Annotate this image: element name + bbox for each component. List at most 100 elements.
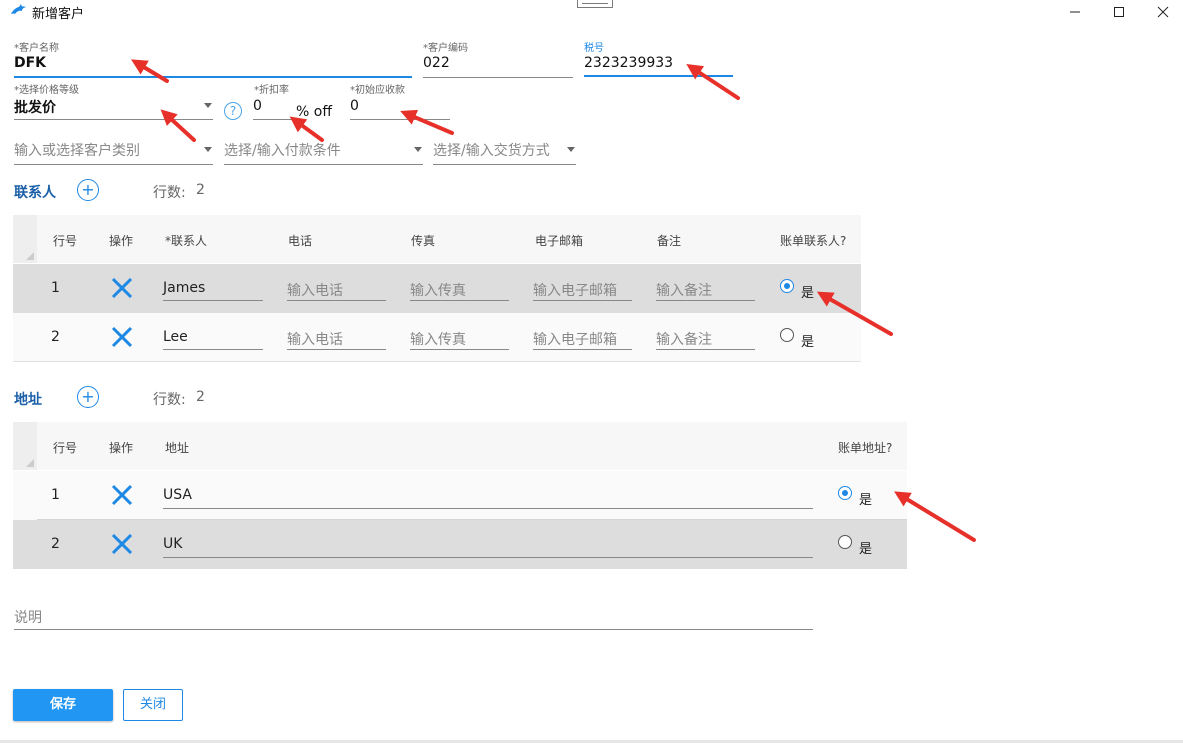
- address-grid-header: [13, 422, 907, 470]
- contacts-row1-note[interactable]: 输入备注: [656, 280, 712, 300]
- payment-terms-select[interactable]: 选择/输入付款条件: [224, 140, 341, 160]
- red-arrow-icon: [894, 491, 976, 542]
- address-col-row-num: 行号: [53, 441, 78, 455]
- address-section-title: 地址: [14, 392, 42, 408]
- address-row2-underline: [163, 557, 813, 558]
- dolphin-icon: [11, 4, 26, 14]
- grid-corner-mark: [26, 459, 34, 467]
- address-row1-value[interactable]: USA: [163, 487, 192, 503]
- close-x-icon[interactable]: [111, 326, 133, 348]
- address-row1-underline: [163, 508, 813, 509]
- customer-category-underline: [14, 164, 213, 165]
- contacts-col-action: 操作: [109, 234, 134, 248]
- contacts-col-phone: 电话: [288, 234, 313, 248]
- contacts-row2-email[interactable]: 输入电子邮箱: [533, 329, 617, 349]
- contacts-row2-note-underline: [656, 349, 755, 350]
- address-row2-billing-radio[interactable]: [838, 535, 852, 549]
- customer-code-input[interactable]: 022: [423, 55, 450, 71]
- maximize-icon: [1114, 7, 1124, 17]
- contacts-col-billing: 账单联系人?: [780, 234, 847, 248]
- minimize-icon: [1070, 11, 1080, 13]
- address-row2-value[interactable]: UK: [163, 536, 182, 552]
- contacts-row2-fax[interactable]: 输入传真: [410, 329, 466, 349]
- chevron-down-icon[interactable]: [567, 147, 575, 152]
- contacts-col-email: 电子邮箱: [535, 234, 584, 248]
- delivery-method-underline: [433, 164, 576, 165]
- contacts-row2-name-underline: [163, 349, 263, 350]
- address-row-count: 2: [196, 389, 205, 405]
- table-row: [13, 520, 907, 569]
- contacts-row1-email[interactable]: 输入电子邮箱: [533, 280, 617, 300]
- address-col-address: 地址: [165, 441, 190, 455]
- address-row1-billing-label: 是: [859, 493, 873, 508]
- chevron-down-icon[interactable]: [204, 103, 212, 108]
- annotation-arrows: [131, 59, 976, 542]
- contacts-row2-note[interactable]: 输入备注: [656, 329, 712, 349]
- minimize-button[interactable]: [1052, 0, 1098, 24]
- contacts-row1-fax-underline: [410, 300, 509, 301]
- customer-category-select[interactable]: 输入或选择客户类别: [14, 140, 140, 160]
- plus-circle-icon[interactable]: +: [77, 179, 99, 201]
- contacts-grid-bottom-border: [13, 361, 861, 362]
- maximize-button[interactable]: [1096, 0, 1142, 24]
- close-x-icon[interactable]: [111, 484, 133, 506]
- discount-underline: [253, 119, 293, 120]
- tax-id-input[interactable]: 2323239933: [584, 55, 673, 71]
- contacts-row2-phone-underline: [287, 349, 386, 350]
- contacts-row2-billing-radio[interactable]: [780, 328, 794, 342]
- drag-handle[interactable]: [577, 0, 613, 8]
- tax-id-underline: [584, 75, 733, 77]
- close-x-icon[interactable]: [111, 533, 133, 555]
- red-arrow-icon: [160, 109, 196, 142]
- contacts-row2-email-underline: [533, 349, 632, 350]
- discount-input[interactable]: 0: [253, 98, 262, 114]
- address-row1-billing-radio[interactable]: [838, 486, 852, 500]
- contacts-col-note: 备注: [657, 234, 682, 248]
- contacts-col-name: *联系人: [165, 234, 208, 248]
- customer-name-input[interactable]: DFK: [14, 55, 46, 71]
- contacts-row1-email-underline: [533, 300, 632, 301]
- contacts-section-title: 联系人: [14, 185, 56, 201]
- address-row2-billing-label: 是: [859, 542, 873, 557]
- contacts-col-fax: 传真: [411, 234, 436, 248]
- payment-terms-underline: [224, 164, 423, 165]
- contacts-row1-name[interactable]: James: [163, 280, 205, 296]
- delivery-method-select[interactable]: 选择/输入交货方式: [433, 140, 550, 160]
- price-level-select[interactable]: 批发价: [14, 97, 56, 117]
- question-icon[interactable]: ?: [224, 102, 242, 120]
- discount-label: *折扣率: [254, 85, 289, 96]
- close-x-icon[interactable]: [111, 277, 133, 299]
- contacts-row2-billing-label: 是: [801, 335, 815, 350]
- initial-receivable-input[interactable]: 0: [350, 98, 359, 114]
- contacts-col-row-num: 行号: [53, 234, 78, 248]
- contacts-row2-fax-underline: [410, 349, 509, 350]
- contacts-row2-name[interactable]: Lee: [163, 329, 188, 345]
- initial-receivable-underline: [350, 119, 450, 120]
- tax-id-label: 税号: [584, 43, 604, 54]
- description-input[interactable]: 说明: [14, 607, 42, 627]
- window-title: 新增客户: [32, 7, 85, 22]
- chevron-down-icon[interactable]: [204, 147, 212, 152]
- contacts-row2-num: 2: [51, 329, 60, 345]
- address-col-action: 操作: [109, 441, 134, 455]
- chevron-down-icon[interactable]: [414, 147, 422, 152]
- contacts-row2-phone[interactable]: 输入电话: [287, 329, 343, 349]
- price-level-label: *选择价格等级: [14, 85, 79, 96]
- contacts-row1-phone[interactable]: 输入电话: [287, 280, 343, 300]
- price-level-underline: [14, 119, 213, 120]
- contacts-row1-billing-radio[interactable]: [780, 279, 794, 293]
- customer-name-label: *客户名称: [14, 43, 59, 54]
- address-col-billing: 账单地址?: [838, 441, 893, 455]
- description-underline: [14, 629, 813, 630]
- save-button[interactable]: 保存: [13, 689, 113, 721]
- close-window-button[interactable]: [1140, 0, 1183, 24]
- plus-circle-icon[interactable]: +: [77, 386, 99, 408]
- contacts-grid-header: [13, 215, 861, 263]
- close-icon: [1157, 6, 1169, 18]
- customer-code-label: *客户编码: [423, 43, 468, 54]
- discount-suffix: % off: [296, 104, 332, 120]
- contacts-row1-fax[interactable]: 输入传真: [410, 280, 466, 300]
- contacts-row-count: 2: [196, 182, 205, 198]
- close-button[interactable]: 关闭: [123, 689, 183, 721]
- contacts-row-count-label: 行数:: [153, 185, 186, 201]
